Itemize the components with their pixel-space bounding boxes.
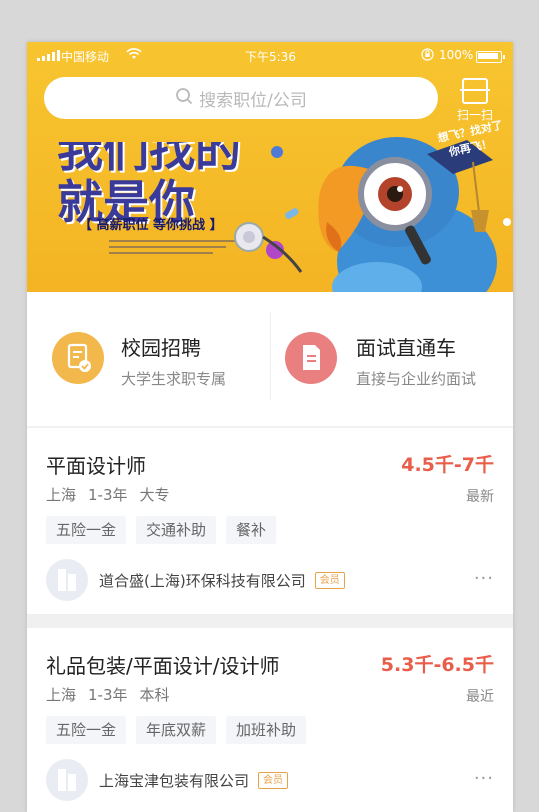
member-badge: 会员 — [314, 571, 345, 589]
job-tag: 年底双薪 — [136, 716, 217, 744]
search-input[interactable]: 搜索职位/公司 — [44, 77, 438, 119]
company-logo-icon — [46, 559, 88, 601]
campus-doc-icon — [52, 332, 104, 384]
job-salary: 4.5千-7千 — [401, 454, 494, 476]
banner-slogan-line1: 我们找的 — [57, 123, 241, 177]
status-time: 下午5:36 — [245, 50, 296, 64]
interview-express-title: 面试直通车 — [356, 336, 456, 360]
banner[interactable]: 中国移动 下午5:36 100% 我们找的 就是你 【 高薪职位 等你挑战 】 — [27, 42, 513, 292]
job-salary: 5.3千-6.5千 — [380, 654, 494, 676]
interview-express-subtitle: 直接与企业约面试 — [356, 370, 477, 388]
search-placeholder: 搜索职位/公司 — [199, 90, 307, 111]
battery-icon — [476, 51, 505, 63]
member-badge: 会员 — [258, 771, 289, 789]
job-card[interactable]: 平面设计师 4.5千-7千 上海 1-3年 大专 最新 五险一金 交通补助 餐补… — [27, 428, 513, 614]
scan-icon — [460, 78, 490, 104]
job-title: 礼品包装/平面设计/设计师 — [46, 654, 280, 678]
scan-label: 扫一扫 — [456, 108, 493, 122]
job-experience: 1-3年 — [88, 486, 128, 504]
job-flag: 最新 — [466, 489, 494, 505]
battery-percent: 100% — [439, 48, 474, 62]
company-name: 上海宝津包装有限公司 — [99, 771, 250, 790]
job-meta: 上海 1-3年 大专 — [46, 484, 170, 505]
job-tags: 五险一金 年底双薪 加班补助 — [46, 716, 307, 744]
wifi-icon — [126, 48, 142, 63]
job-education: 本科 — [139, 686, 170, 704]
company-row[interactable]: 道合盛(上海)环保科技有限公司 会员 — [46, 559, 345, 601]
banner-slogan: 我们找的 就是你 — [57, 124, 241, 228]
job-tag: 交通补助 — [136, 516, 217, 544]
job-experience: 1-3年 — [88, 686, 128, 704]
campus-recruit-title: 校园招聘 — [121, 336, 201, 360]
campus-recruit-subtitle: 大学生求职专属 — [121, 370, 227, 388]
job-meta: 上海 1-3年 本科 — [46, 684, 170, 705]
job-title: 平面设计师 — [46, 454, 146, 478]
campus-recruit-entry[interactable]: 校园招聘 大学生求职专属 — [27, 292, 270, 426]
job-tag: 餐补 — [226, 516, 277, 544]
quick-entry-panel: 校园招聘 大学生求职专属 面试直通车 直接与企业约面试 — [27, 292, 513, 426]
scan-button[interactable]: 扫一扫 — [452, 78, 498, 123]
job-tags: 五险一金 交通补助 餐补 — [46, 516, 277, 544]
interview-doc-icon — [285, 332, 337, 384]
interview-express-entry[interactable]: 面试直通车 直接与企业约面试 — [271, 292, 513, 426]
carrier-label: 中国移动 — [61, 50, 110, 64]
status-bar: 中国移动 下午5:36 100% — [27, 42, 513, 70]
card-divider — [27, 614, 513, 628]
job-tag: 五险一金 — [46, 716, 127, 744]
banner-tagline: 【 高薪职位 等你挑战 】 — [79, 218, 223, 233]
more-options-button[interactable]: ··· — [474, 768, 494, 789]
job-tag: 五险一金 — [46, 516, 127, 544]
rotation-lock-icon — [421, 48, 434, 64]
company-logo-icon — [46, 759, 88, 801]
company-name: 道合盛(上海)环保科技有限公司 — [99, 571, 306, 590]
job-education: 大专 — [139, 486, 170, 504]
job-tag: 加班补助 — [226, 716, 307, 744]
search-icon — [175, 87, 193, 110]
banner-fine-print — [109, 236, 239, 258]
signal-icon — [37, 50, 60, 61]
more-options-button[interactable]: ··· — [474, 568, 494, 589]
job-card[interactable]: 礼品包装/平面设计/设计师 5.3千-6.5千 上海 1-3年 本科 最近 五险… — [27, 628, 513, 812]
job-city: 上海 — [46, 486, 77, 504]
job-flag: 最近 — [466, 689, 494, 705]
job-city: 上海 — [46, 686, 77, 704]
phone-screen: 中国移动 下午5:36 100% 我们找的 就是你 【 高薪职位 等你挑战 】 — [27, 42, 513, 812]
company-row[interactable]: 上海宝津包装有限公司 会员 — [46, 759, 289, 801]
